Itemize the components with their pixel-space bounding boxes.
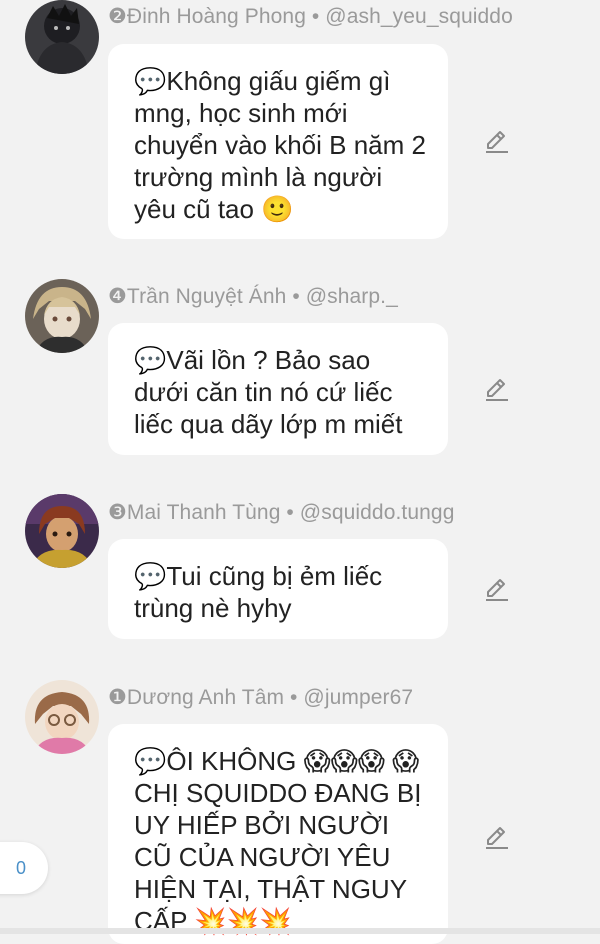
comment-count-badge[interactable]: 0 — [0, 842, 48, 894]
bottom-divider — [0, 928, 600, 934]
comment-author[interactable]: ❹Trần Nguyệt Ánh • @sharp._ — [108, 284, 398, 309]
comment-author[interactable]: ❶Dương Anh Tâm • @jumper67 — [108, 685, 413, 710]
avatar[interactable] — [25, 279, 99, 353]
comment-bubble: 💬Không giấu giếm gì mng, học sinh mới ch… — [108, 44, 448, 239]
pencil-icon[interactable] — [484, 128, 510, 154]
pencil-icon[interactable] — [484, 824, 510, 850]
comment-author[interactable]: ❷Đinh Hoàng Phong • @ash_yeu_squiddo — [108, 4, 513, 29]
comment-bubble: 💬Vãi lồn ? Bảo sao dưới căn tin nó cứ li… — [108, 323, 448, 455]
comment-bubble: 💬ÔI KHÔNG 😱😱😱 😱 CHỊ SQUIDDO ĐANG BỊ UY H… — [108, 724, 448, 944]
pencil-icon[interactable] — [484, 376, 510, 402]
comment-bubble: 💬Tui cũng bị ẻm liếc trùng nè hyhy — [108, 539, 448, 639]
avatar[interactable] — [25, 494, 99, 568]
avatar[interactable] — [25, 0, 99, 74]
avatar[interactable] — [25, 680, 99, 754]
comment-author[interactable]: ❸Mai Thanh Tùng • @squiddo.tungg — [108, 500, 454, 525]
pencil-icon[interactable] — [484, 576, 510, 602]
